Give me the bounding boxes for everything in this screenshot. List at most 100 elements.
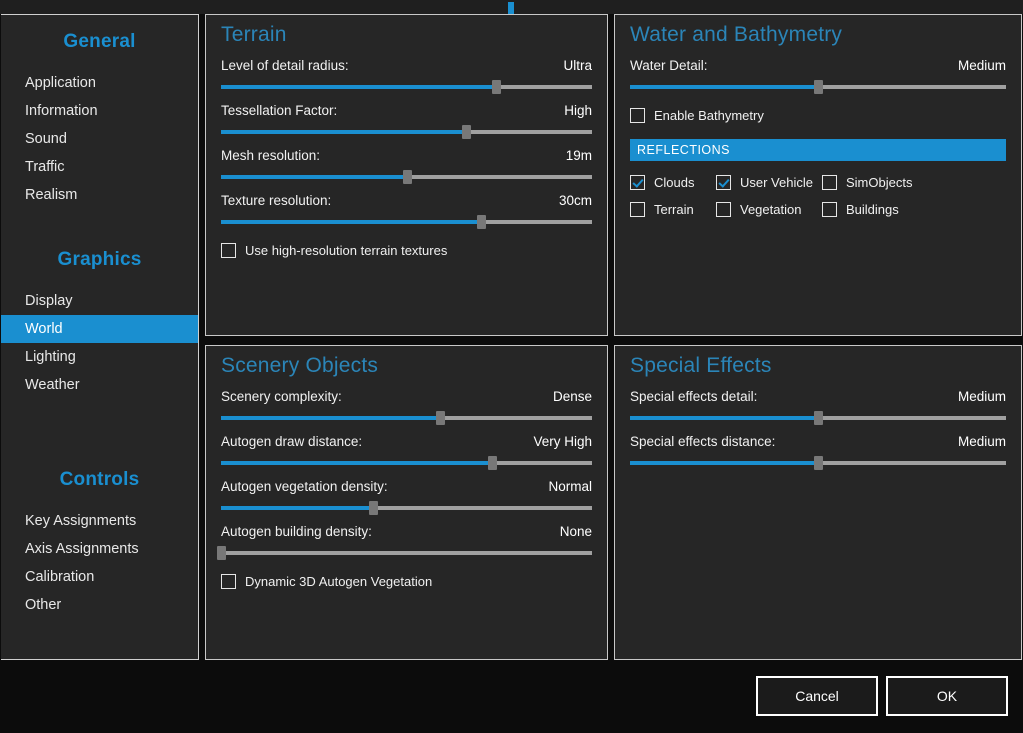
sidebar-item-application[interactable]: Application (1, 69, 198, 97)
checkbox-label: Use high-resolution terrain textures (245, 243, 448, 258)
slider-label: Level of detail radius: (221, 58, 349, 73)
sidebar-item-axis-assignments[interactable]: Axis Assignments (1, 535, 198, 563)
slider-header: Autogen building density: None (221, 524, 592, 546)
slider-value: Medium (957, 434, 1006, 449)
slider-header: Autogen vegetation density: Normal (221, 479, 592, 501)
checkbox-terrain[interactable]: Terrain (630, 202, 716, 217)
sidebar-item-sound[interactable]: Sound (1, 125, 198, 153)
slider-thumb[interactable] (814, 456, 823, 470)
slider-thumb[interactable] (491, 80, 501, 94)
slider-track[interactable] (221, 80, 592, 94)
checkbox-empty-icon[interactable] (822, 175, 837, 190)
slider-header: Water Detail: Medium (630, 58, 1006, 80)
sidebar-item-world[interactable]: World (1, 315, 198, 343)
sidebar-item-information[interactable]: Information (1, 97, 198, 125)
checkmark-icon[interactable] (716, 175, 731, 190)
sidebar-item-other[interactable]: Other (1, 591, 198, 619)
sidebar-group-title-general: General (63, 31, 136, 52)
slider-track[interactable] (221, 125, 592, 139)
slider-track[interactable] (630, 80, 1006, 94)
slider-track[interactable] (630, 456, 1006, 470)
checkbox-enable-bathymetry[interactable]: Enable Bathymetry (630, 108, 1006, 123)
slider-fill (221, 461, 492, 465)
slider-value: None (559, 524, 592, 539)
slider-track[interactable] (221, 411, 592, 425)
slider-thumb[interactable] (814, 80, 823, 94)
panel-scenery-objects: Scenery Objects Scenery complexity: Dense… (205, 345, 608, 660)
checkbox-label: SimObjects (846, 175, 913, 190)
sidebar-item-key-assignments[interactable]: Key Assignments (1, 507, 198, 535)
slider-track[interactable] (221, 170, 592, 184)
slider-fill (630, 85, 818, 89)
slider-row-autogen-vegetation-density: Autogen vegetation density: Normal (221, 479, 592, 515)
checkbox-empty-icon[interactable] (221, 243, 236, 258)
sidebar-item-display[interactable]: Display (1, 287, 198, 315)
sidebar-item-calibration[interactable]: Calibration (1, 563, 198, 591)
slider-thumb[interactable] (369, 501, 379, 515)
slider-track[interactable] (630, 411, 1006, 425)
section-header-reflections: REFLECTIONS (630, 139, 1006, 161)
slider-row-autogen-draw-distance: Autogen draw distance: Very High (221, 434, 592, 470)
slider-thumb[interactable] (476, 215, 486, 229)
panel-water-and-bathymetry: Water and Bathymetry Water Detail: Medium… (614, 14, 1022, 336)
checkbox-buildings[interactable]: Buildings (822, 202, 1006, 217)
sidebar-item-lighting[interactable]: Lighting (1, 343, 198, 371)
sidebar-group-title-controls: Controls (59, 469, 140, 490)
checkbox-label: Enable Bathymetry (654, 108, 764, 123)
checkbox-empty-icon[interactable] (221, 574, 236, 589)
slider-rail (221, 551, 592, 555)
slider-label: Special effects detail: (630, 389, 758, 404)
sidebar-item-weather[interactable]: Weather (1, 371, 198, 399)
slider-row-mesh-resolution: Mesh resolution: 19m (221, 148, 592, 184)
slider-label: Mesh resolution: (221, 148, 321, 163)
slider-label: Autogen draw distance: (221, 434, 363, 449)
checkbox-clouds[interactable]: Clouds (630, 175, 716, 190)
checkbox-label: User Vehicle (740, 175, 813, 190)
slider-thumb[interactable] (461, 125, 471, 139)
slider-label: Scenery complexity: (221, 389, 342, 404)
slider-thumb[interactable] (435, 411, 445, 425)
checkbox-use-high-resolution-terrain-textures[interactable]: Use high-resolution terrain textures (221, 243, 592, 258)
slider-thumb[interactable] (402, 170, 412, 184)
slider-thumb[interactable] (487, 456, 497, 470)
checkbox-empty-icon[interactable] (630, 108, 645, 123)
checkbox-simobjects[interactable]: SimObjects (822, 175, 1006, 190)
checkbox-label: Terrain (654, 202, 694, 217)
sidebar-item-realism[interactable]: Realism (1, 181, 198, 209)
slider-value: 30cm (558, 193, 592, 208)
slider-value: High (564, 103, 592, 118)
slider-track[interactable] (221, 456, 592, 470)
checkbox-empty-icon[interactable] (630, 202, 645, 217)
slider-header: Special effects detail: Medium (630, 389, 1006, 411)
settings-sidebar: General Application Information Sound Traffi… (1, 14, 199, 660)
sidebar-group-title-graphics: Graphics (57, 249, 142, 270)
panel-title-terrain: Terrain (221, 23, 287, 46)
dialog-footer: Cancel OK (0, 660, 1023, 733)
slider-header: Level of detail radius: Ultra (221, 58, 592, 80)
checkbox-label: Dynamic 3D Autogen Vegetation (245, 574, 433, 589)
slider-track[interactable] (217, 546, 592, 560)
checkbox-user-vehicle[interactable]: User Vehicle (716, 175, 822, 190)
slider-thumb[interactable] (217, 546, 226, 560)
slider-label: Special effects distance: (630, 434, 776, 449)
slider-header: Tessellation Factor: High (221, 103, 592, 125)
checkbox-vegetation[interactable]: Vegetation (716, 202, 822, 217)
slider-row-tessellation-factor: Tessellation Factor: High (221, 103, 592, 139)
checkbox-empty-icon[interactable] (822, 202, 837, 217)
slider-thumb[interactable] (814, 411, 823, 425)
cancel-button[interactable]: Cancel (756, 676, 878, 716)
settings-window: General Application Information Sound Traffi… (0, 0, 1023, 733)
checkbox-dynamic-3d-autogen-vegetation[interactable]: Dynamic 3D Autogen Vegetation (221, 574, 592, 589)
sidebar-item-traffic[interactable]: Traffic (1, 153, 198, 181)
slider-fill (221, 85, 496, 89)
panel-title-effects: Special Effects (630, 354, 772, 377)
checkbox-empty-icon[interactable] (716, 202, 731, 217)
panel-title-water: Water and Bathymetry (630, 23, 843, 46)
checkmark-icon[interactable] (630, 175, 645, 190)
slider-header: Mesh resolution: 19m (221, 148, 592, 170)
slider-header: Special effects distance: Medium (630, 434, 1006, 456)
slider-track[interactable] (221, 215, 592, 229)
ok-button[interactable]: OK (886, 676, 1008, 716)
slider-row-special-effects-distance: Special effects distance: Medium (630, 434, 1006, 470)
slider-track[interactable] (221, 501, 592, 515)
